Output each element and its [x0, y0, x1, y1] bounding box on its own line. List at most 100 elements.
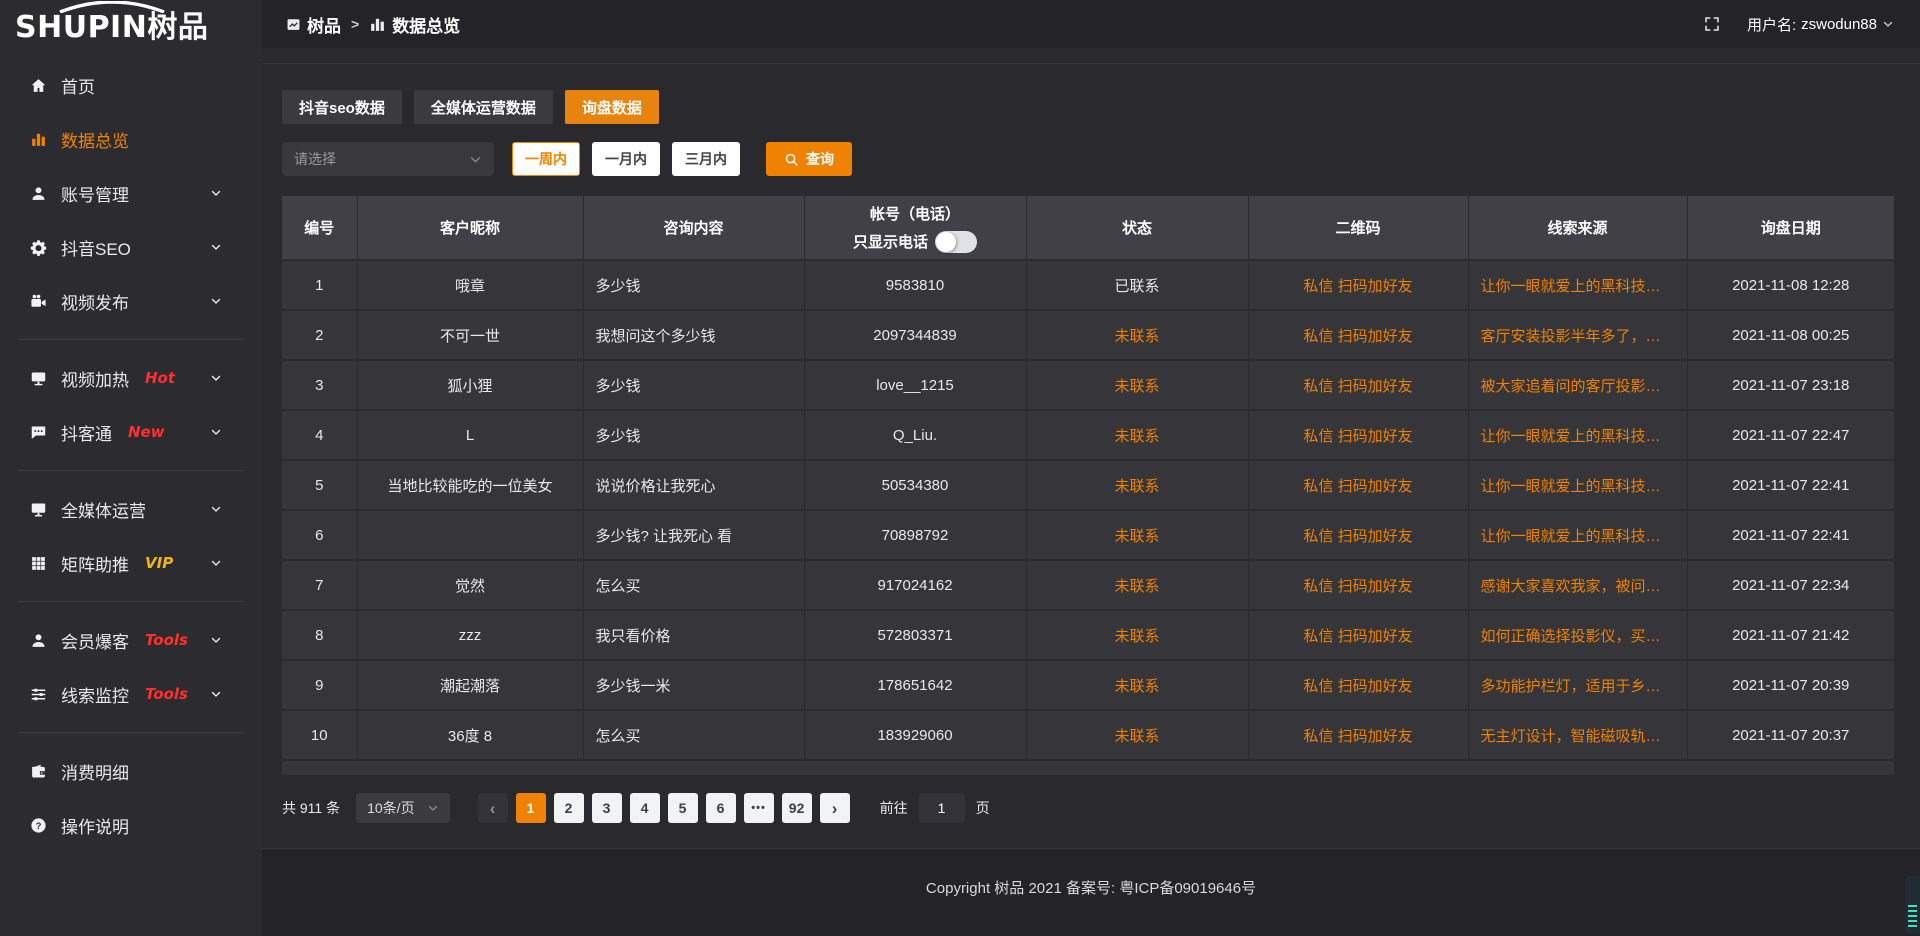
page-size-select[interactable]: 10条/页	[356, 793, 449, 823]
chevron-down-icon	[1882, 18, 1894, 30]
cell-nickname: 36度 8	[357, 710, 583, 760]
table-row: 2不可一世我想问这个多少钱2097344839未联系私信 扫码加好友客厅安装投影…	[282, 310, 1894, 360]
cell-source-link[interactable]: 如何正确选择投影仪，买投影...	[1468, 610, 1687, 660]
sidebar-item-badge: VIP	[145, 554, 173, 572]
chat-icon	[30, 424, 47, 441]
cell-date: 2021-11-07 23:18	[1687, 360, 1894, 410]
cell-qrcode-link[interactable]: 私信 扫码加好友	[1248, 260, 1468, 310]
page-number-button[interactable]: 92	[782, 793, 812, 823]
cell-source-link[interactable]: 无主灯设计，智能磁吸轨道灯...	[1468, 710, 1687, 760]
range-button[interactable]: 三月内	[672, 142, 740, 176]
cell-qrcode-link[interactable]: 私信 扫码加好友	[1248, 710, 1468, 760]
video-camera-icon	[30, 293, 47, 310]
chevron-down-icon	[210, 187, 222, 199]
tab-item[interactable]: 全媒体运营数据	[414, 90, 553, 124]
cell-date: 2021-11-07 20:39	[1687, 660, 1894, 710]
sidebar-item[interactable]: 抖音SEO	[0, 220, 262, 274]
cell-nickname	[357, 510, 583, 560]
cell-source-link[interactable]: 让你一眼就爱上的黑科技，能...	[1468, 510, 1687, 560]
cell-source-link[interactable]: 被大家追着问的客厅投影分享...	[1468, 360, 1687, 410]
page-number-button[interactable]: 5	[668, 793, 698, 823]
search-button[interactable]: 查询	[766, 142, 852, 176]
page-ellipsis-button[interactable]: •••	[744, 793, 774, 823]
sidebar-item[interactable]: 线索监控Tools	[0, 667, 262, 721]
cell-source-link[interactable]: 让你一眼就爱上的黑科技，能...	[1468, 260, 1687, 310]
page-number-button[interactable]: 3	[592, 793, 622, 823]
cell-status: 未联系	[1026, 460, 1248, 510]
table-filler-row	[282, 760, 1894, 775]
goto-page: 前往页	[880, 793, 990, 823]
sidebar-divider	[18, 470, 244, 471]
cell-date: 2021-11-07 22:34	[1687, 560, 1894, 610]
cell-nickname: zzz	[357, 610, 583, 660]
page-number-button[interactable]: 1	[516, 793, 546, 823]
tab-active[interactable]: 询盘数据	[565, 90, 659, 124]
cell-source-link[interactable]: 感谢大家喜欢我家，被问了好...	[1468, 560, 1687, 610]
cell-status: 未联系	[1026, 410, 1248, 460]
sidebar-item[interactable]: 抖客通New	[0, 405, 262, 459]
prev-page-button[interactable]: ‹	[478, 793, 508, 823]
grid-icon	[30, 555, 47, 572]
cell-source-link[interactable]: 让你一眼就爱上的黑科技，能...	[1468, 410, 1687, 460]
display-icon	[30, 501, 47, 518]
breadcrumb-item[interactable]: 树品	[286, 12, 341, 37]
goto-page-input[interactable]	[919, 793, 965, 823]
pagination: 共 911 条10条/页‹123456•••92›前往页	[282, 793, 1894, 823]
sidebar-item[interactable]: 数据总览	[0, 112, 262, 166]
header-divider	[262, 48, 1920, 64]
cell-account: 917024162	[804, 560, 1026, 610]
column-header: 编号	[282, 196, 357, 260]
sidebar-item[interactable]: 账号管理	[0, 166, 262, 220]
cell-qrcode-link[interactable]: 私信 扫码加好友	[1248, 310, 1468, 360]
cell-source-link[interactable]: 多功能护栏灯，适用于乡村文...	[1468, 660, 1687, 710]
page-number-button[interactable]: 6	[706, 793, 736, 823]
range-button[interactable]: 一月内	[592, 142, 660, 176]
topbar: 树品>数据总览 用户名: zswodun88	[262, 0, 1920, 48]
cell-qrcode-link[interactable]: 私信 扫码加好友	[1248, 510, 1468, 560]
phone-toggle[interactable]	[935, 231, 977, 253]
page-number-button[interactable]: 2	[554, 793, 584, 823]
sidebar-item[interactable]: 矩阵助推VIP	[0, 536, 262, 590]
cell-content: 多少钱	[583, 260, 804, 310]
sidebar-item[interactable]: 全媒体运营	[0, 482, 262, 536]
chevron-down-icon	[210, 426, 222, 438]
sidebar-item[interactable]: 视频加热Hot	[0, 351, 262, 405]
sidebar-item-label: 会员爆客	[61, 628, 129, 653]
cell-nickname: 不可一世	[357, 310, 583, 360]
cell-qrcode-link[interactable]: 私信 扫码加好友	[1248, 610, 1468, 660]
sidebar-item[interactable]: 视频发布	[0, 274, 262, 328]
sidebar-item[interactable]: 消费明细	[0, 744, 262, 798]
cell-qrcode-link[interactable]: 私信 扫码加好友	[1248, 560, 1468, 610]
corner-widget[interactable]	[1905, 876, 1920, 934]
filter-select[interactable]: 请选择	[282, 142, 494, 176]
breadcrumb-item[interactable]: 数据总览	[369, 12, 460, 37]
sidebar-item[interactable]: 首页	[0, 58, 262, 112]
cell-nickname: L	[357, 410, 583, 460]
sidebar-item[interactable]: 会员爆客Tools	[0, 613, 262, 667]
tab-item[interactable]: 抖音seo数据	[282, 90, 402, 124]
cell-date: 2021-11-07 21:42	[1687, 610, 1894, 660]
range-button[interactable]: 一周内	[512, 142, 580, 176]
chevron-down-icon	[210, 503, 222, 515]
cell-qrcode-link[interactable]: 私信 扫码加好友	[1248, 360, 1468, 410]
cell-source-link[interactable]: 让你一眼就爱上的黑科技，能...	[1468, 460, 1687, 510]
fullscreen-icon[interactable]	[1703, 15, 1721, 33]
cell-source-link[interactable]: 客厅安装投影半年多了，真实...	[1468, 310, 1687, 360]
wallet-icon	[30, 763, 47, 780]
next-page-button[interactable]: ›	[820, 793, 850, 823]
cell-qrcode-link[interactable]: 私信 扫码加好友	[1248, 410, 1468, 460]
cell-status: 未联系	[1026, 360, 1248, 410]
logo-text-en: SHUPIN	[15, 10, 147, 45]
tab-bar: 抖音seo数据全媒体运营数据询盘数据	[282, 90, 1894, 124]
cell-qrcode-link[interactable]: 私信 扫码加好友	[1248, 460, 1468, 510]
table-row: 4L多少钱Q_Liu.未联系私信 扫码加好友让你一眼就爱上的黑科技，能...20…	[282, 410, 1894, 460]
cell-qrcode-link[interactable]: 私信 扫码加好友	[1248, 660, 1468, 710]
page-number-button[interactable]: 4	[630, 793, 660, 823]
cell-account: 2097344839	[804, 310, 1026, 360]
main-area: 树品>数据总览 用户名: zswodun88 抖音seo数据全媒体运营数据询盘数…	[262, 0, 1920, 936]
corner-widget-stripes	[1908, 905, 1917, 929]
svg-text:?: ?	[36, 820, 42, 831]
user-menu[interactable]: 用户名: zswodun88	[1747, 14, 1894, 35]
sidebar-item[interactable]: ?操作说明	[0, 798, 262, 852]
breadcrumb: 树品>数据总览	[286, 12, 460, 37]
